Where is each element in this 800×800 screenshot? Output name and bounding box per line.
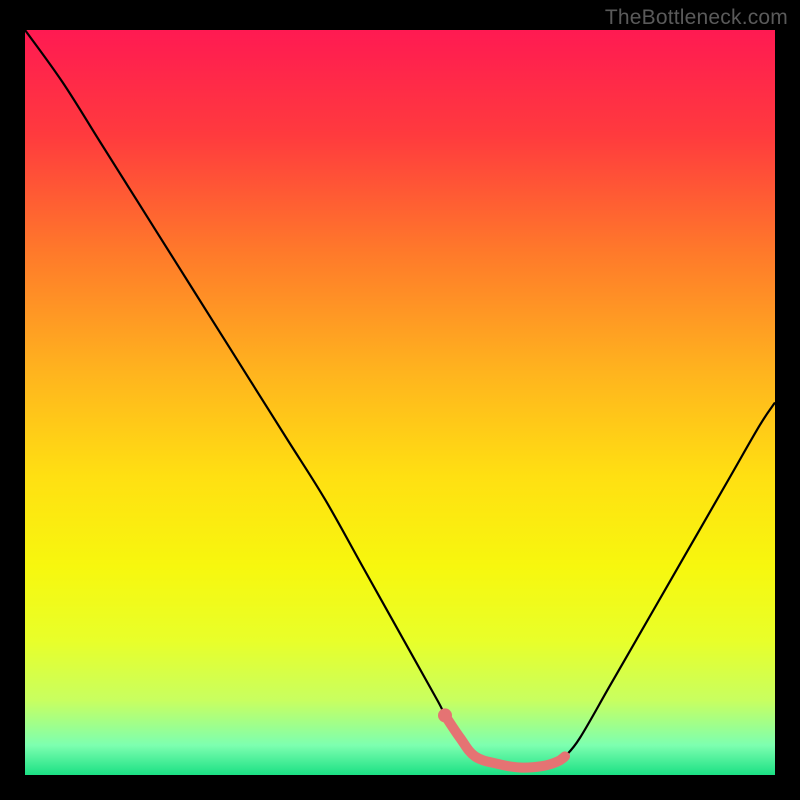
chart-svg xyxy=(25,30,775,775)
watermark-text: TheBottleneck.com xyxy=(605,6,788,30)
bottleneck-chart xyxy=(25,30,775,775)
gradient-background xyxy=(25,30,775,775)
optimal-start-marker xyxy=(438,708,452,722)
